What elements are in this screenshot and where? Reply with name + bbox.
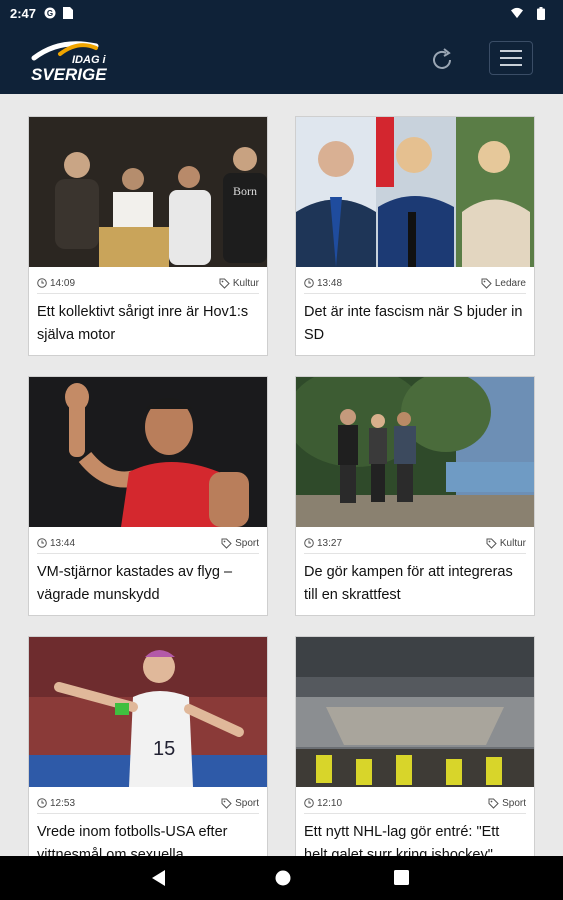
battery-icon (535, 6, 547, 20)
clock-icon (304, 278, 314, 288)
clock-icon (37, 538, 47, 548)
tag-icon (481, 278, 492, 289)
article-time: 14:09 (50, 277, 76, 289)
home-icon[interactable] (275, 870, 291, 886)
article-image[interactable]: 15 (29, 637, 267, 787)
menu-line (500, 57, 522, 59)
status-time: 2:47 (10, 5, 37, 21)
back-icon[interactable] (152, 870, 166, 886)
article-time: 13:44 (50, 537, 76, 549)
refresh-icon[interactable] (428, 46, 456, 74)
status-bar: 2:47 G (0, 0, 563, 26)
article-time: 12:53 (50, 797, 76, 809)
article-card[interactable]: 15 12:53 Sport Vrede inom fotbolls-USA e… (28, 636, 268, 856)
article-meta: 14:09 Kultur (37, 273, 259, 294)
wifi-icon (511, 7, 523, 19)
idag-i-sverige-logo[interactable]: IDAG i SVERIGE (30, 36, 130, 84)
system-nav-bar (0, 856, 563, 900)
clock-icon (304, 798, 314, 808)
article-title[interactable]: Ett kollektivt sårigt inre är Hov1:s sjä… (37, 301, 259, 347)
article-title[interactable]: De gör kampen för att integreras till en… (304, 561, 526, 607)
article-card[interactable]: 12:10 Sport Ett nytt NHL-lag gör entré: … (295, 636, 535, 856)
tag-icon (221, 538, 232, 549)
clock-icon (304, 538, 314, 548)
article-category[interactable]: Sport (502, 798, 526, 809)
clock-icon (37, 278, 47, 288)
article-category[interactable]: Ledare (495, 278, 526, 289)
svg-text:Born: Born (233, 184, 257, 198)
article-category[interactable]: Kultur (233, 278, 259, 289)
article-time: 12:10 (317, 797, 343, 809)
article-image[interactable]: Born (29, 117, 267, 267)
article-image[interactable] (296, 637, 534, 787)
menu-line (500, 64, 522, 66)
article-category[interactable]: Sport (235, 538, 259, 549)
menu-line (500, 50, 522, 52)
notification-g-icon: G (44, 7, 56, 19)
article-category[interactable]: Kultur (500, 538, 526, 549)
clock-icon (37, 798, 47, 808)
recents-icon[interactable] (394, 870, 409, 885)
article-card[interactable]: Born 14:09 Kultur Ett kollektivt sårigt … (28, 116, 268, 356)
svg-text:G: G (47, 9, 53, 18)
article-image[interactable] (296, 377, 534, 527)
hamburger-menu-button[interactable] (489, 41, 533, 75)
tag-icon (219, 278, 230, 289)
article-category[interactable]: Sport (235, 798, 259, 809)
article-meta: 13:48 Ledare (304, 273, 526, 294)
article-meta: 12:10 Sport (304, 793, 526, 814)
article-title[interactable]: Det är inte fascism när S bjuder in SD (304, 301, 526, 347)
article-card[interactable]: 13:48 Ledare Det är inte fascism när S b… (295, 116, 535, 356)
article-title[interactable]: VM-stjärnor kastades av flyg – vägrade m… (37, 561, 259, 607)
article-image[interactable] (296, 117, 534, 267)
tag-icon (486, 538, 497, 549)
article-time: 13:48 (317, 277, 343, 289)
article-card[interactable]: 13:27 Kultur De gör kampen för att integ… (295, 376, 535, 616)
tag-icon (488, 798, 499, 809)
article-meta: 13:44 Sport (37, 533, 259, 554)
svg-text:15: 15 (153, 738, 175, 760)
app-header: IDAG i SVERIGE (0, 26, 563, 94)
svg-text:SVERIGE: SVERIGE (31, 65, 107, 84)
article-title[interactable]: Vrede inom fotbolls-USA efter vittnesmål… (37, 821, 259, 856)
article-grid: Born 14:09 Kultur Ett kollektivt sårigt … (0, 94, 563, 856)
article-card[interactable]: 13:44 Sport VM-stjärnor kastades av flyg… (28, 376, 268, 616)
tag-icon (221, 798, 232, 809)
article-image[interactable] (29, 377, 267, 527)
notification-doc-icon (62, 7, 74, 19)
article-time: 13:27 (317, 537, 343, 549)
article-title[interactable]: Ett nytt NHL-lag gör entré: "Ett helt ga… (304, 821, 526, 856)
article-meta: 12:53 Sport (37, 793, 259, 814)
article-meta: 13:27 Kultur (304, 533, 526, 554)
